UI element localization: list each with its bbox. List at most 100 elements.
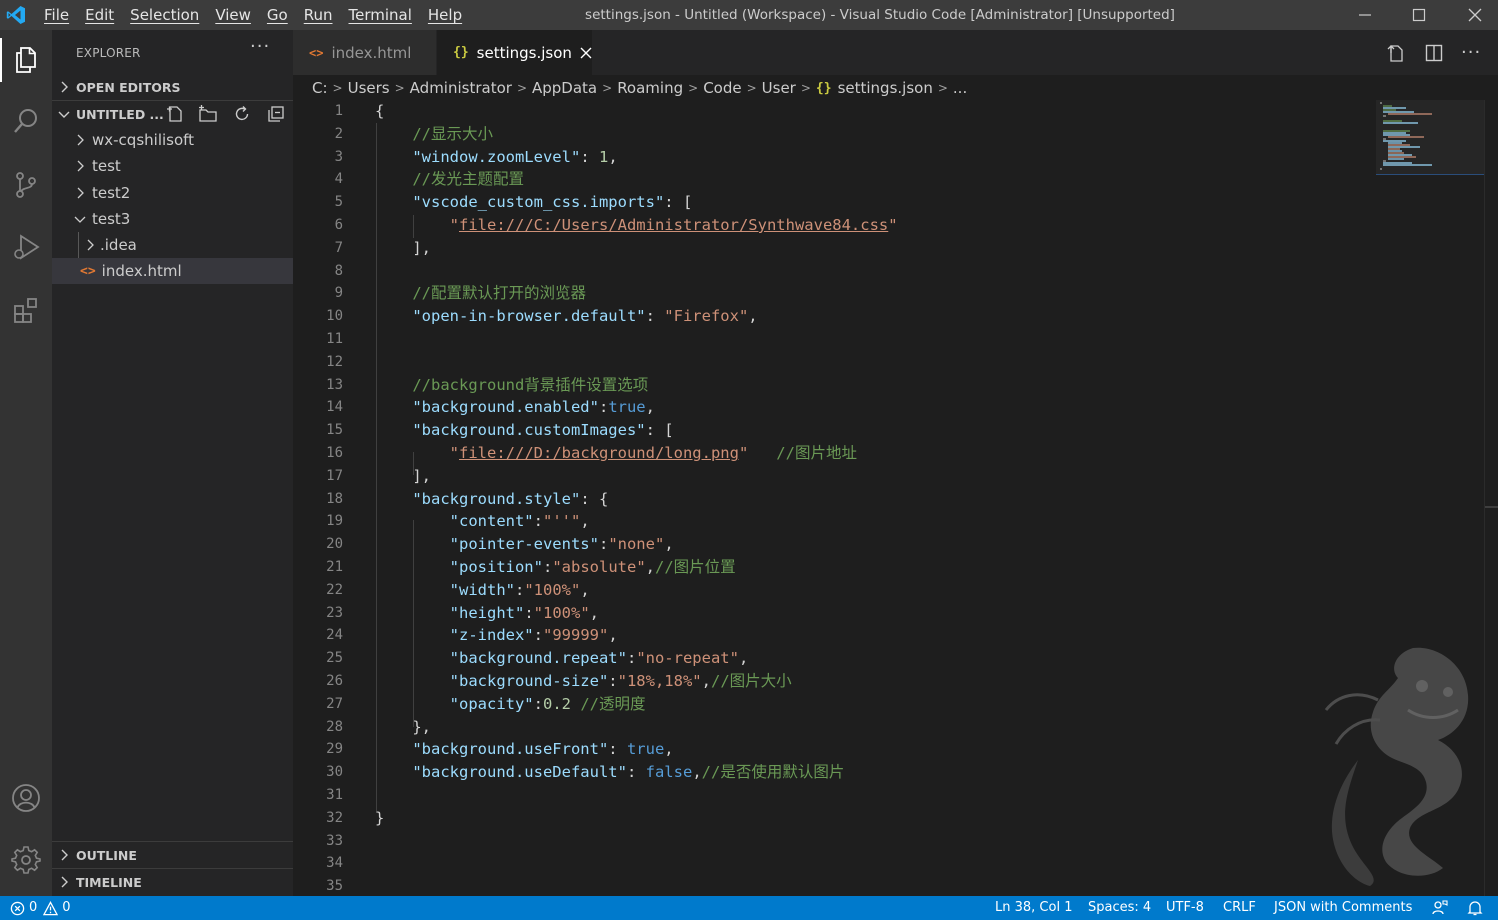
close-tab-icon[interactable] <box>580 47 592 59</box>
menu-help[interactable]: Help <box>420 6 470 24</box>
minimap[interactable] <box>1376 100 1484 175</box>
menu-edit[interactable]: Edit <box>77 6 122 24</box>
code-token: : <box>626 763 646 782</box>
problems-indicator[interactable]: 0 0 <box>10 896 71 920</box>
line-number: 31 <box>326 787 343 803</box>
indentation-setting[interactable]: Spaces: 4 <box>1088 896 1151 920</box>
source-control-button[interactable] <box>0 160 52 210</box>
code-line: "z-index":"99999", <box>375 624 618 647</box>
vertical-scrollbar[interactable] <box>1484 100 1498 896</box>
menu-run[interactable]: Run <box>296 6 341 24</box>
code-token: "window.zoomLevel" <box>412 147 581 166</box>
code-token: "position" <box>449 558 543 576</box>
minimap-preview <box>1380 102 1432 170</box>
code-token: , <box>645 558 655 576</box>
background-dragon-image <box>1318 640 1478 890</box>
explorer-more-button[interactable]: ··· <box>250 36 270 57</box>
code-token: ], <box>375 238 431 257</box>
explorer-button[interactable] <box>0 35 52 85</box>
code-token: "100%" <box>533 603 590 622</box>
maximize-button[interactable] <box>1396 0 1442 30</box>
breadcrumb-separator-icon: > <box>602 81 613 95</box>
refresh-button[interactable] <box>233 105 251 123</box>
manage-button[interactable] <box>0 835 52 885</box>
code-line: "background.style": { <box>375 488 608 511</box>
timeline-section[interactable]: TIMELINE <box>52 869 293 895</box>
tree-item-idea[interactable]: .idea <box>52 232 293 258</box>
accounts-button[interactable] <box>0 773 52 823</box>
breadcrumb-item[interactable]: settings.json <box>838 79 933 97</box>
tree-item-test[interactable]: test <box>52 153 293 179</box>
breadcrumb-item[interactable]: C: <box>312 79 328 97</box>
tab-settings-json[interactable]: {} settings.json <box>437 30 592 75</box>
code-token: true <box>608 398 646 417</box>
code-token: "background.repeat" <box>449 649 627 668</box>
line-ending-setting[interactable]: CRLF <box>1223 896 1256 920</box>
menu-view[interactable]: View <box>207 6 259 24</box>
code-token: false <box>645 763 693 782</box>
split-editor-button[interactable] <box>1424 43 1444 63</box>
notifications-button[interactable] <box>1467 900 1483 920</box>
code-token: , <box>738 649 749 668</box>
code-line: "window.zoomLevel": 1, <box>375 146 617 169</box>
breadcrumb-item[interactable]: Code <box>703 79 741 97</box>
menu-terminal[interactable]: Terminal <box>341 6 420 24</box>
search-button[interactable] <box>0 96 52 146</box>
minimize-button[interactable] <box>1342 0 1388 30</box>
collapse-all-button[interactable] <box>267 105 285 123</box>
menu-file[interactable]: File <box>36 6 77 24</box>
breadcrumb-item[interactable]: AppData <box>532 79 597 97</box>
menu-bar: File Edit Selection View Go Run Terminal… <box>36 0 470 30</box>
tree-item-test2[interactable]: test2 <box>52 180 293 206</box>
cursor-position[interactable]: Ln 38, Col 1 <box>995 896 1072 920</box>
outline-label: OUTLINE <box>76 847 137 863</box>
breadcrumb-item[interactable]: User <box>762 79 796 97</box>
outline-section[interactable]: OUTLINE <box>52 842 293 868</box>
breadcrumb-item[interactable]: Users <box>348 79 390 97</box>
code-token: file:///C:/Users/Administrator/Synthwave… <box>459 216 889 234</box>
new-folder-button[interactable] <box>198 105 218 123</box>
line-number: 30 <box>326 764 343 781</box>
new-file-button[interactable] <box>166 105 184 123</box>
tree-item-index-html[interactable]: <> index.html <box>52 258 293 284</box>
chevron-right-icon <box>61 81 68 93</box>
line-number: 19 <box>326 513 343 530</box>
tree-item-label: wx-cqshilisoft <box>92 131 195 149</box>
tree-item-wx-cqshilisoft[interactable]: wx-cqshilisoft <box>52 127 293 153</box>
open-editors-section[interactable]: OPEN EDITORS <box>52 74 293 100</box>
code-token: //background背景插件设置选项 <box>375 375 649 394</box>
menu-go[interactable]: Go <box>259 6 296 24</box>
breadcrumb-item[interactable]: ... <box>953 79 967 97</box>
line-number: 33 <box>326 832 343 849</box>
breadcrumb-item[interactable]: Roaming <box>617 79 683 97</box>
language-mode[interactable]: JSON with Comments <box>1274 896 1412 920</box>
breadcrumb-item[interactable]: Administrator <box>410 79 512 97</box>
tab-index-html[interactable]: <> index.html <box>293 30 436 75</box>
more-actions-button[interactable]: ··· <box>1461 42 1481 63</box>
extensions-button[interactable] <box>0 285 52 335</box>
open-preview-button[interactable] <box>1385 43 1405 63</box>
code-line: "open-in-browser.default": "Firefox", <box>375 305 757 328</box>
run-debug-icon <box>14 234 40 260</box>
close-window-button[interactable] <box>1452 0 1498 30</box>
feedback-icon <box>1432 900 1448 915</box>
code-token: : <box>608 740 627 759</box>
code-editor[interactable]: { //显示大小 "window.zoomLevel": 1, //发光主题配置… <box>375 100 1375 896</box>
line-number: 1 <box>334 103 343 119</box>
breadcrumb-separator-icon: > <box>746 81 757 95</box>
tree-item-test3[interactable]: test3 <box>52 206 293 232</box>
encoding-setting[interactable]: UTF-8 <box>1166 896 1204 920</box>
feedback-button[interactable] <box>1432 900 1448 920</box>
code-token: "background.style" <box>412 489 581 508</box>
line-number: 10 <box>326 308 343 325</box>
menu-selection[interactable]: Selection <box>122 6 207 24</box>
run-debug-button[interactable] <box>0 222 52 272</box>
code-token: "z-index" <box>449 626 534 645</box>
code-token: }, <box>375 717 431 736</box>
